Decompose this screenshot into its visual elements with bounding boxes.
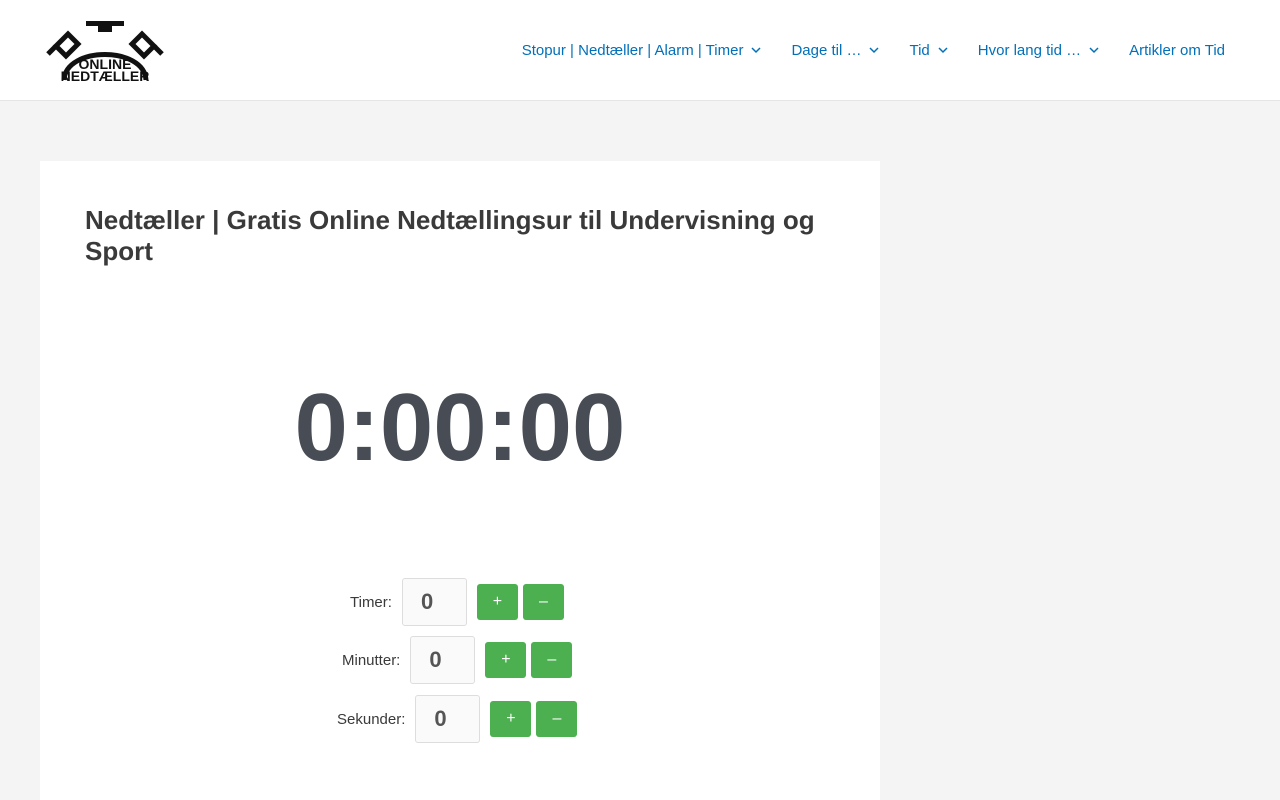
nav-item-label: Artikler om Tid	[1129, 41, 1225, 59]
seconds-plus-button[interactable]: +	[490, 701, 532, 737]
hours-input[interactable]	[401, 578, 467, 626]
site-logo[interactable]: ONLINE NEDTÆLLER	[42, 16, 168, 86]
nav-item-hvor-lang-tid[interactable]: Hvor lang tid …	[978, 42, 1099, 59]
chevron-down-icon	[751, 47, 761, 54]
nav-item-label: Dage til …	[791, 41, 862, 59]
hours-row: Timer: + –	[350, 578, 569, 626]
seconds-label: Sekunder:	[337, 710, 406, 728]
page-title: Nedtæller | Gratis Online Nedtællingsur …	[85, 205, 815, 266]
countdown-display: 0:00:00	[294, 374, 626, 481]
logo-text-line2: NEDTÆLLER	[60, 68, 150, 84]
nav-item-dage-til[interactable]: Dage til …	[791, 41, 880, 59]
main-nav: Stopur | Nedtæller | Alarm | Timer Dage …	[522, 0, 1225, 100]
nav-item-tid[interactable]: Tid	[909, 41, 948, 59]
chevron-down-icon	[869, 47, 880, 54]
nav-item-stopur[interactable]: Stopur | Nedtæller | Alarm | Timer	[522, 42, 762, 59]
nav-item-artikler[interactable]: Artikler om Tid	[1129, 42, 1225, 59]
nav-item-label: Hvor lang tid …	[977, 41, 1082, 59]
minutes-input[interactable]	[410, 636, 476, 684]
nav-item-label: Stopur | Nedtæller | Alarm | Timer	[521, 41, 744, 59]
site-header: ONLINE NEDTÆLLER Stopur | Nedtæller | Al…	[0, 0, 1280, 101]
minutes-minus-button[interactable]: –	[531, 642, 573, 678]
seconds-input[interactable]	[415, 695, 481, 743]
chevron-down-icon	[1089, 47, 1099, 54]
nav-item-label: Tid	[909, 41, 930, 59]
chevron-down-icon	[938, 47, 948, 54]
minutes-label: Minutter:	[342, 651, 401, 669]
hours-label: Timer:	[350, 593, 392, 611]
hours-minus-button[interactable]: –	[522, 584, 564, 620]
content-card: Nedtæller | Gratis Online Nedtællingsur …	[40, 161, 880, 800]
seconds-minus-button[interactable]: –	[536, 701, 578, 737]
hours-plus-button[interactable]: +	[476, 584, 518, 620]
seconds-row: Sekunder: + –	[337, 695, 582, 743]
minutes-plus-button[interactable]: +	[485, 642, 527, 678]
minutes-row: Minutter: + –	[342, 636, 577, 684]
